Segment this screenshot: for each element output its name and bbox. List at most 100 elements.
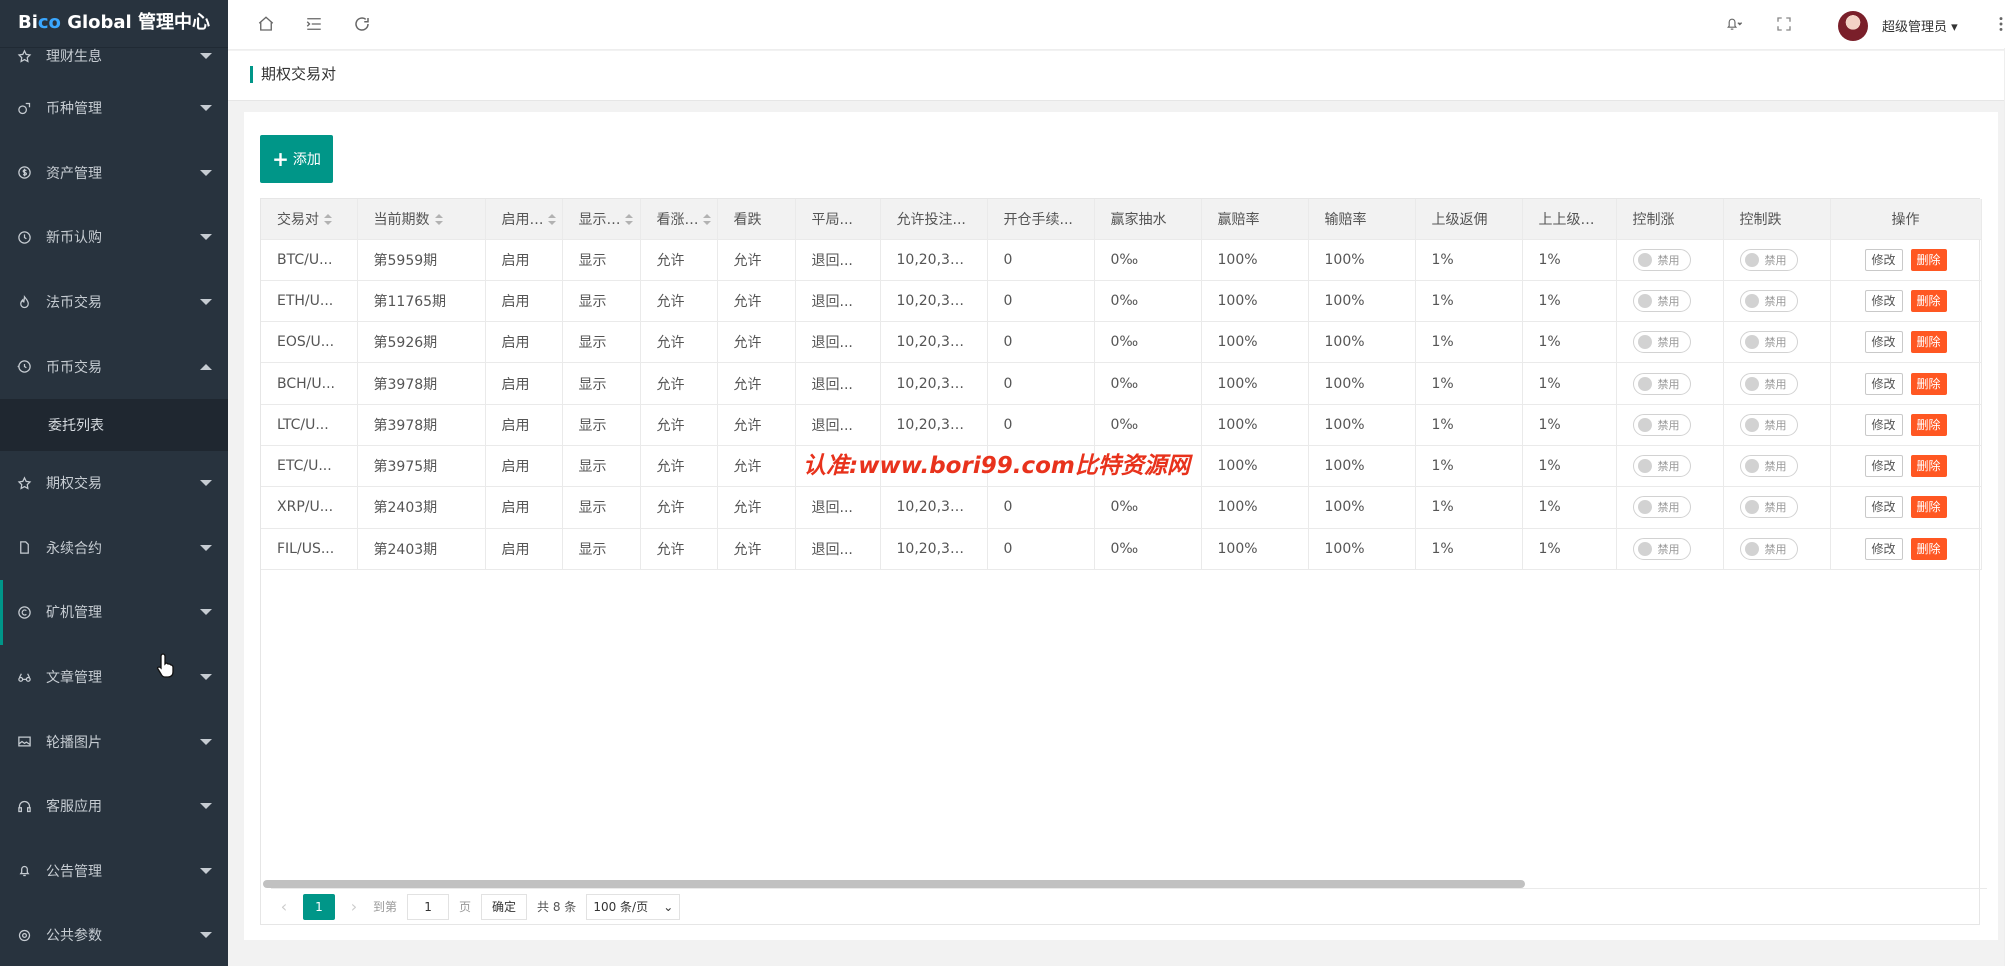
switch-label: 禁用 <box>1657 377 1680 391</box>
more-vertical-icon[interactable] <box>1996 14 2006 34</box>
sidebar-item[interactable]: 永续合约 <box>0 516 228 581</box>
header-label: 控制涨 <box>1632 211 1675 228</box>
avatar[interactable] <box>1838 11 1868 41</box>
sidebar-subitem[interactable]: 委托列表 <box>0 398 228 451</box>
delete-button[interactable]: 删除 <box>1910 331 1947 354</box>
sidebar-item[interactable]: 新币认购 <box>0 205 228 270</box>
delete-button[interactable]: 删除 <box>1910 413 1947 436</box>
action-cell: 修改 删除 <box>1830 239 1982 281</box>
delete-button[interactable]: 删除 <box>1910 455 1947 478</box>
goto-page-input[interactable]: 1 <box>407 893 450 920</box>
prev-page-icon[interactable]: ‹ <box>275 897 293 916</box>
edit-button[interactable]: 修改 <box>1864 331 1903 354</box>
control-down-switch[interactable]: 禁用 <box>1739 289 1798 312</box>
control-down-switch[interactable]: 禁用 <box>1739 248 1798 271</box>
sidebar-item[interactable]: 文章管理 <box>0 645 228 710</box>
page-current[interactable]: 1 <box>303 893 335 920</box>
table-header-cell[interactable]: 交易对 <box>261 199 358 240</box>
goto-confirm-button[interactable]: 确定 <box>481 893 528 920</box>
sidebar-item-label: 永续合约 <box>46 540 102 557</box>
sidebar-item[interactable]: 期权交易 <box>0 451 228 516</box>
control-up-switch[interactable]: 禁用 <box>1632 331 1691 354</box>
delete-button[interactable]: 删除 <box>1910 537 1947 560</box>
sidebar-item[interactable]: 客服应用 <box>0 774 228 839</box>
page-size-select[interactable]: 100 条/页 ⌄ <box>586 893 681 920</box>
edit-button[interactable]: 修改 <box>1864 537 1903 560</box>
next-page-icon[interactable]: › <box>345 897 363 916</box>
table-row: EOS/U... 第5926期 启用 显示 允许 允许 退回... 10,20,30... 0 0… <box>261 321 1982 364</box>
control-up-switch[interactable]: 禁用 <box>1632 537 1691 560</box>
menu-fold-icon[interactable] <box>304 14 324 34</box>
sidebar-item[interactable]: 币币交易 <box>0 334 228 399</box>
edit-button[interactable]: 修改 <box>1864 289 1903 312</box>
fullscreen-icon[interactable] <box>1774 14 1794 34</box>
switch-label: 禁用 <box>1764 542 1787 556</box>
control-up-switch[interactable]: 禁用 <box>1632 248 1691 271</box>
sidebar-item[interactable]: 理财生息 <box>0 36 228 76</box>
delete-button[interactable]: 删除 <box>1910 289 1947 312</box>
control-up-switch[interactable]: 禁用 <box>1632 372 1691 395</box>
sidebar-item[interactable]: 公共参数 <box>0 903 228 966</box>
table-cell: 第3978期 <box>357 362 486 405</box>
control-down-switch[interactable]: 禁用 <box>1739 331 1798 354</box>
switch-label: 禁用 <box>1657 542 1680 556</box>
switch-knob <box>1744 459 1759 474</box>
refresh-icon[interactable] <box>352 14 372 34</box>
table-header-row: 交易对 当前期数 启用... 显示... 看涨... 看跌 平局... 允许投注... 开仓手续… <box>261 199 1982 240</box>
horizontal-scrollbar[interactable] <box>263 880 1525 888</box>
edit-button[interactable]: 修改 <box>1864 413 1903 436</box>
delete-button[interactable]: 删除 <box>1910 248 1947 271</box>
delete-button[interactable]: 删除 <box>1910 372 1947 395</box>
add-button[interactable]: + 添加 <box>260 135 333 183</box>
table-cell: 100% <box>1308 445 1416 488</box>
edit-button[interactable]: 修改 <box>1864 496 1903 519</box>
control-down-cell: 禁用 <box>1723 404 1831 446</box>
table-header-cell[interactable]: 显示... <box>562 199 641 240</box>
control-down-switch[interactable]: 禁用 <box>1739 496 1798 519</box>
table-cell: 启用 <box>485 445 563 488</box>
edit-button[interactable]: 修改 <box>1864 455 1903 478</box>
control-up-switch[interactable]: 禁用 <box>1632 496 1691 519</box>
sort-icon[interactable] <box>434 214 443 226</box>
table-header-cell[interactable]: 启用... <box>485 199 563 240</box>
table-cell: 启用 <box>485 362 563 405</box>
bell-icon[interactable] <box>1720 14 1748 34</box>
edit-button[interactable]: 修改 <box>1864 248 1903 271</box>
control-down-switch[interactable]: 禁用 <box>1739 372 1798 395</box>
delete-button[interactable]: 删除 <box>1910 496 1947 519</box>
home-icon[interactable] <box>256 14 276 34</box>
table-cell: 100% <box>1308 280 1416 323</box>
table-cell: 100% <box>1201 486 1309 529</box>
table-header-cell[interactable]: 当前期数 <box>357 199 486 240</box>
table-cell: 100% <box>1308 486 1416 529</box>
switch-label: 禁用 <box>1764 418 1787 432</box>
sort-icon[interactable] <box>547 214 556 226</box>
control-down-switch[interactable]: 禁用 <box>1739 537 1798 560</box>
control-down-switch[interactable]: 禁用 <box>1739 413 1798 436</box>
table-cell: 允许 <box>717 321 796 364</box>
sort-icon[interactable] <box>324 214 332 226</box>
control-up-switch[interactable]: 禁用 <box>1632 455 1691 478</box>
sidebar-item[interactable]: 矿机管理 <box>0 580 228 645</box>
sidebar-item[interactable]: 资产管理 <box>0 141 228 206</box>
control-up-switch[interactable]: 禁用 <box>1632 289 1691 312</box>
sidebar-item[interactable]: 轮播图片 <box>0 709 228 774</box>
c-icon <box>16 604 32 620</box>
sidebar-item[interactable]: 币种管理 <box>0 76 228 141</box>
sidebar-item-label: 客服应用 <box>46 799 102 816</box>
table-cell: 100% <box>1201 321 1309 364</box>
sidebar-item[interactable]: 法币交易 <box>0 270 228 335</box>
page-scrollbar[interactable] <box>2004 48 2014 966</box>
control-up-cell: 禁用 <box>1616 280 1724 323</box>
control-up-switch[interactable]: 禁用 <box>1632 413 1691 436</box>
sort-icon[interactable] <box>624 214 633 226</box>
user-menu[interactable]: 超级管理员 ▾ <box>1882 16 1958 35</box>
switch-knob <box>1637 293 1652 308</box>
control-down-switch[interactable]: 禁用 <box>1739 455 1798 478</box>
sort-icon[interactable] <box>702 214 711 226</box>
control-up-cell: 禁用 <box>1616 362 1724 405</box>
coin-icon <box>16 100 32 116</box>
edit-button[interactable]: 修改 <box>1864 372 1903 395</box>
table-header-cell[interactable]: 看涨... <box>640 199 718 240</box>
sidebar-item[interactable]: 公告管理 <box>0 839 228 904</box>
